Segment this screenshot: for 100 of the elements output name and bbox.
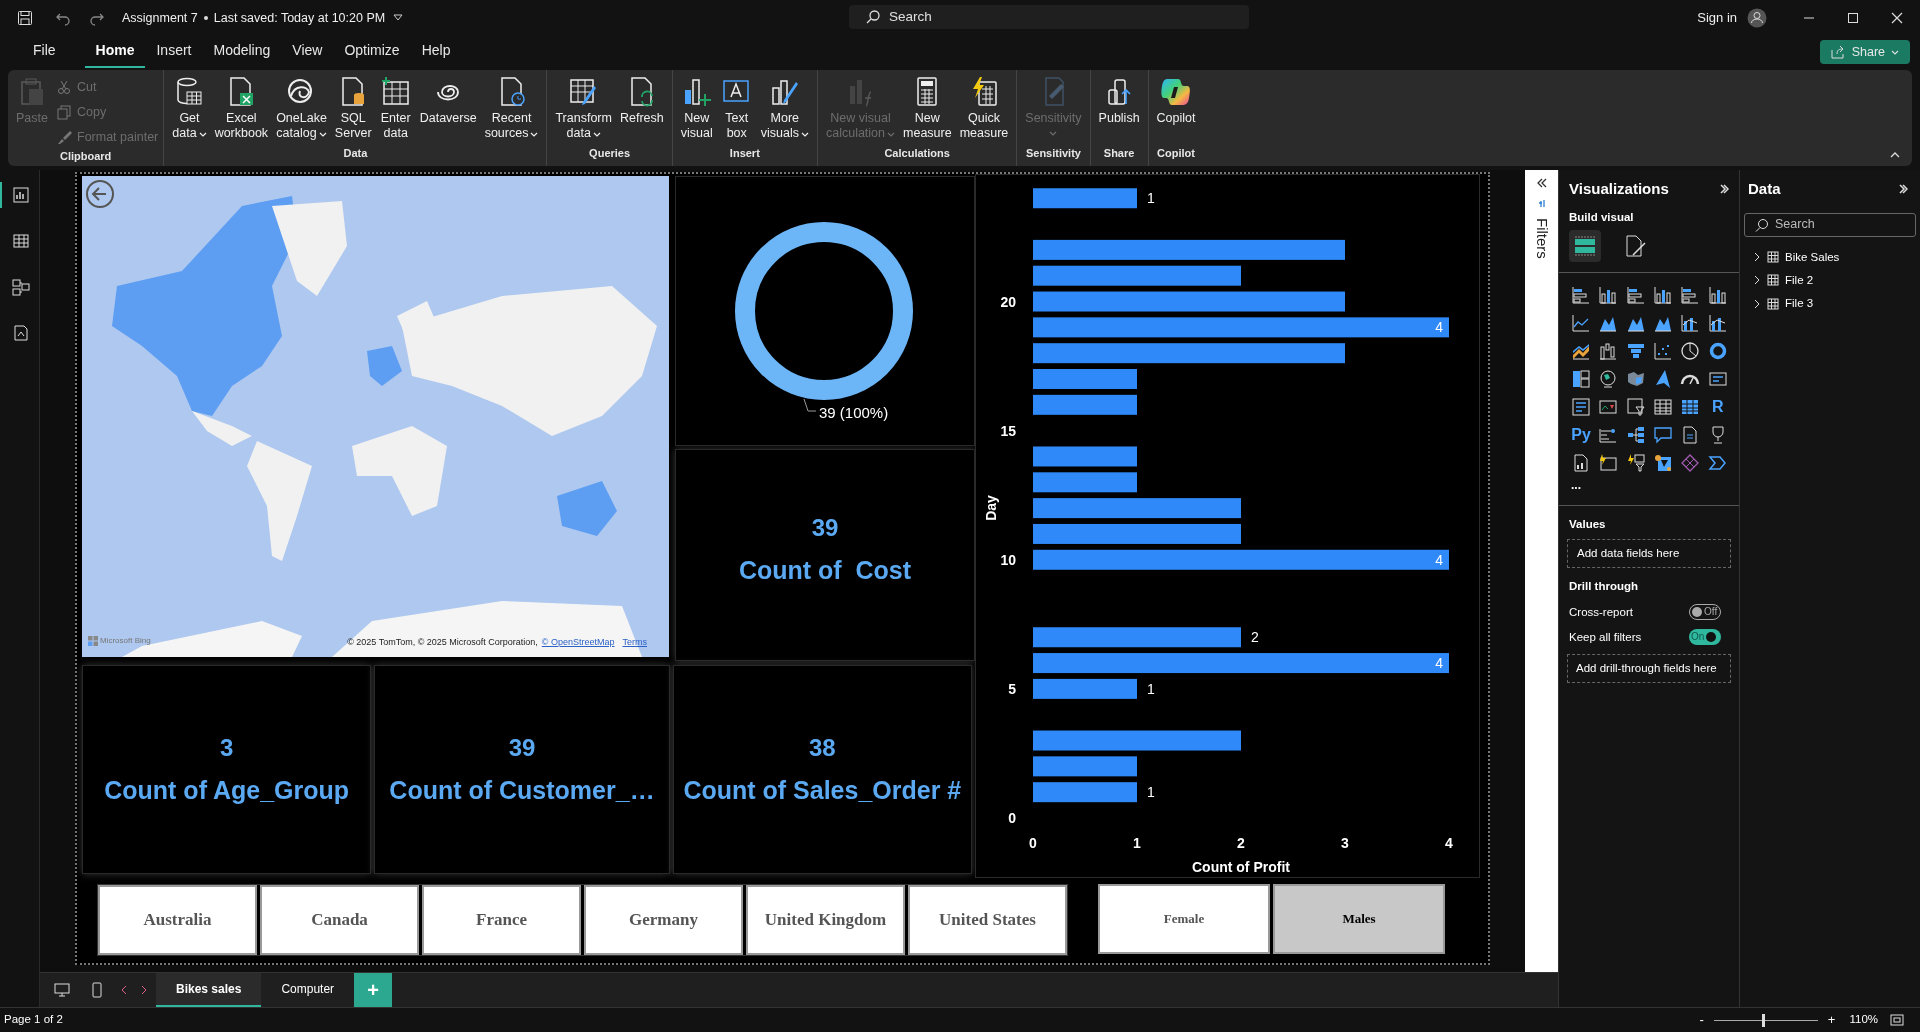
- slicer-button[interactable]: Australia: [98, 885, 257, 955]
- ribbon-button[interactable]: New measure: [900, 76, 955, 141]
- percent-column-chart-icon[interactable]: [1707, 284, 1728, 305]
- save-icon[interactable]: [17, 10, 33, 26]
- ribbon-button[interactable]: OneLake catalog: [273, 76, 330, 141]
- next-page-icon[interactable]: [140, 985, 148, 995]
- close-icon[interactable]: [1891, 12, 1903, 24]
- sign-in-link[interactable]: Sign in: [1697, 8, 1737, 28]
- menu-tab[interactable]: Insert: [145, 40, 203, 68]
- drop-zone[interactable]: Add drill-through fields here: [1567, 654, 1731, 684]
- bar[interactable]: [1033, 756, 1137, 777]
- table-icon[interactable]: [1653, 396, 1673, 417]
- bar[interactable]: [1033, 188, 1137, 209]
- script-visual-icon[interactable]: Py: [1571, 426, 1591, 443]
- zoom-in-button[interactable]: +: [1823, 1010, 1840, 1030]
- slider-thumb[interactable]: [1762, 1013, 1766, 1027]
- menu-tab[interactable]: Modeling: [202, 40, 282, 68]
- slicer-button[interactable]: United Kingdom: [746, 885, 905, 955]
- more-visuals-button[interactable]: ...: [1559, 472, 1739, 491]
- chevron-icon[interactable]: [1753, 298, 1761, 309]
- format-brush-icon[interactable]: [1623, 233, 1647, 258]
- chevron-icon[interactable]: [1753, 252, 1761, 263]
- bar[interactable]: [1033, 265, 1241, 286]
- scatter-chart-icon[interactable]: [1653, 340, 1673, 361]
- ribbon-button[interactable]: Copilot: [1153, 76, 1199, 126]
- ribbon-button[interactable]: Refresh: [616, 76, 667, 126]
- previous-page-icon[interactable]: [120, 985, 128, 995]
- expand-icon[interactable]: [1536, 178, 1547, 188]
- globe-icon[interactable]: [1598, 368, 1619, 389]
- bar[interactable]: [1033, 291, 1345, 312]
- search-field[interactable]: Search: [849, 5, 1249, 29]
- ribbon-button[interactable]: More visuals: [757, 76, 812, 141]
- bar[interactable]: [1033, 523, 1241, 544]
- ribbon-button[interactable]: Text box: [717, 76, 756, 141]
- decomposition-tree-icon[interactable]: [1625, 424, 1646, 445]
- clustered-column-chart-icon[interactable]: [1653, 284, 1673, 305]
- bar[interactable]: [1033, 653, 1449, 674]
- waterfall-chart-icon[interactable]: [1598, 340, 1619, 361]
- stacked-column-chart-icon[interactable]: [1598, 284, 1619, 305]
- menu-tab[interactable]: View: [281, 40, 334, 68]
- bar[interactable]: [1033, 239, 1345, 260]
- search-input[interactable]: Search: [889, 6, 1189, 28]
- ribbon-button[interactable]: Transform data: [552, 76, 615, 141]
- slicer-button[interactable]: France: [422, 885, 581, 955]
- donut-ring[interactable]: [735, 222, 913, 400]
- ribbon-button[interactable]: Get data: [169, 76, 210, 141]
- speech-bubble-icon[interactable]: [1653, 424, 1673, 445]
- collapse-ribbon-icon[interactable]: [1890, 151, 1900, 158]
- ribbon-button[interactable]: Recent sources: [481, 76, 542, 141]
- slicer-button[interactable]: Female: [1098, 884, 1270, 954]
- mobile-layout-icon[interactable]: [92, 982, 102, 998]
- bar[interactable]: [1033, 678, 1137, 699]
- line-chart-icon[interactable]: [1571, 312, 1591, 333]
- share-button[interactable]: Share: [1819, 40, 1910, 64]
- table-item[interactable]: File 3: [1753, 295, 1907, 313]
- paginated-report-icon[interactable]: [1571, 452, 1591, 473]
- bar[interactable]: [1033, 472, 1137, 493]
- menu-tab[interactable]: Optimize: [333, 40, 411, 68]
- table-item[interactable]: File 2: [1753, 271, 1907, 289]
- clustered-bar-chart-icon[interactable]: [1625, 284, 1646, 305]
- search-field[interactable]: Search: [1744, 212, 1916, 237]
- ribbon-button[interactable]: Dataverse: [416, 76, 480, 126]
- treemap-icon[interactable]: [1571, 368, 1591, 389]
- page-tab[interactable]: Computer: [261, 973, 355, 1007]
- dropdown-caret-icon[interactable]: [393, 14, 404, 22]
- fields-tab[interactable]: [1569, 229, 1601, 262]
- slicer-button[interactable]: Males: [1273, 884, 1445, 954]
- ribbon-button[interactable]: SQL Server: [331, 76, 375, 141]
- pie-chart-icon[interactable]: [1680, 340, 1701, 361]
- bar[interactable]: [1033, 394, 1137, 415]
- collapse-pane-icon[interactable]: [1719, 184, 1729, 195]
- bar[interactable]: [1033, 343, 1345, 364]
- bar[interactable]: [1033, 317, 1449, 338]
- zoom-out-button[interactable]: -: [1695, 1010, 1708, 1030]
- attribution-link[interactable]: © OpenStreetMap: [541, 635, 615, 649]
- page-tab[interactable]: Bikes sales: [156, 973, 262, 1007]
- slicer-button[interactable]: Germany: [584, 885, 743, 955]
- ribbon-button[interactable]: Excel workbook: [211, 76, 272, 141]
- bar[interactable]: [1033, 549, 1449, 570]
- map-icon[interactable]: [1653, 452, 1673, 473]
- ribbon-button[interactable]: Publish: [1095, 76, 1143, 126]
- collapse-pane-icon[interactable]: [1898, 184, 1908, 195]
- drop-zone[interactable]: Add data fields here: [1567, 539, 1731, 569]
- desktop-layout-icon[interactable]: [54, 983, 70, 997]
- filters-pane-collapsed[interactable]: Filters: [1525, 170, 1558, 972]
- multi-row-card-icon[interactable]: [1571, 396, 1591, 417]
- table-item[interactable]: Bike Sales: [1753, 248, 1907, 266]
- donut-chart-icon[interactable]: [1707, 340, 1728, 361]
- lightning-slicer-icon[interactable]: [1625, 452, 1646, 473]
- menu-tab[interactable]: Home: [84, 40, 146, 68]
- bar[interactable]: [1033, 627, 1241, 648]
- slicer-button[interactable]: Canada: [260, 885, 419, 955]
- search-input[interactable]: Search: [1775, 215, 1895, 234]
- fit-to-page-icon[interactable]: [1890, 1014, 1904, 1026]
- stacked-bar-chart-icon[interactable]: [1571, 284, 1591, 305]
- navigation-arrow-icon[interactable]: [1653, 368, 1673, 389]
- bar[interactable]: [1033, 730, 1241, 751]
- chevron-icon[interactable]: [1753, 275, 1761, 286]
- ribbon-button[interactable]: New visual: [677, 76, 716, 141]
- slicer-icon[interactable]: [1625, 396, 1646, 417]
